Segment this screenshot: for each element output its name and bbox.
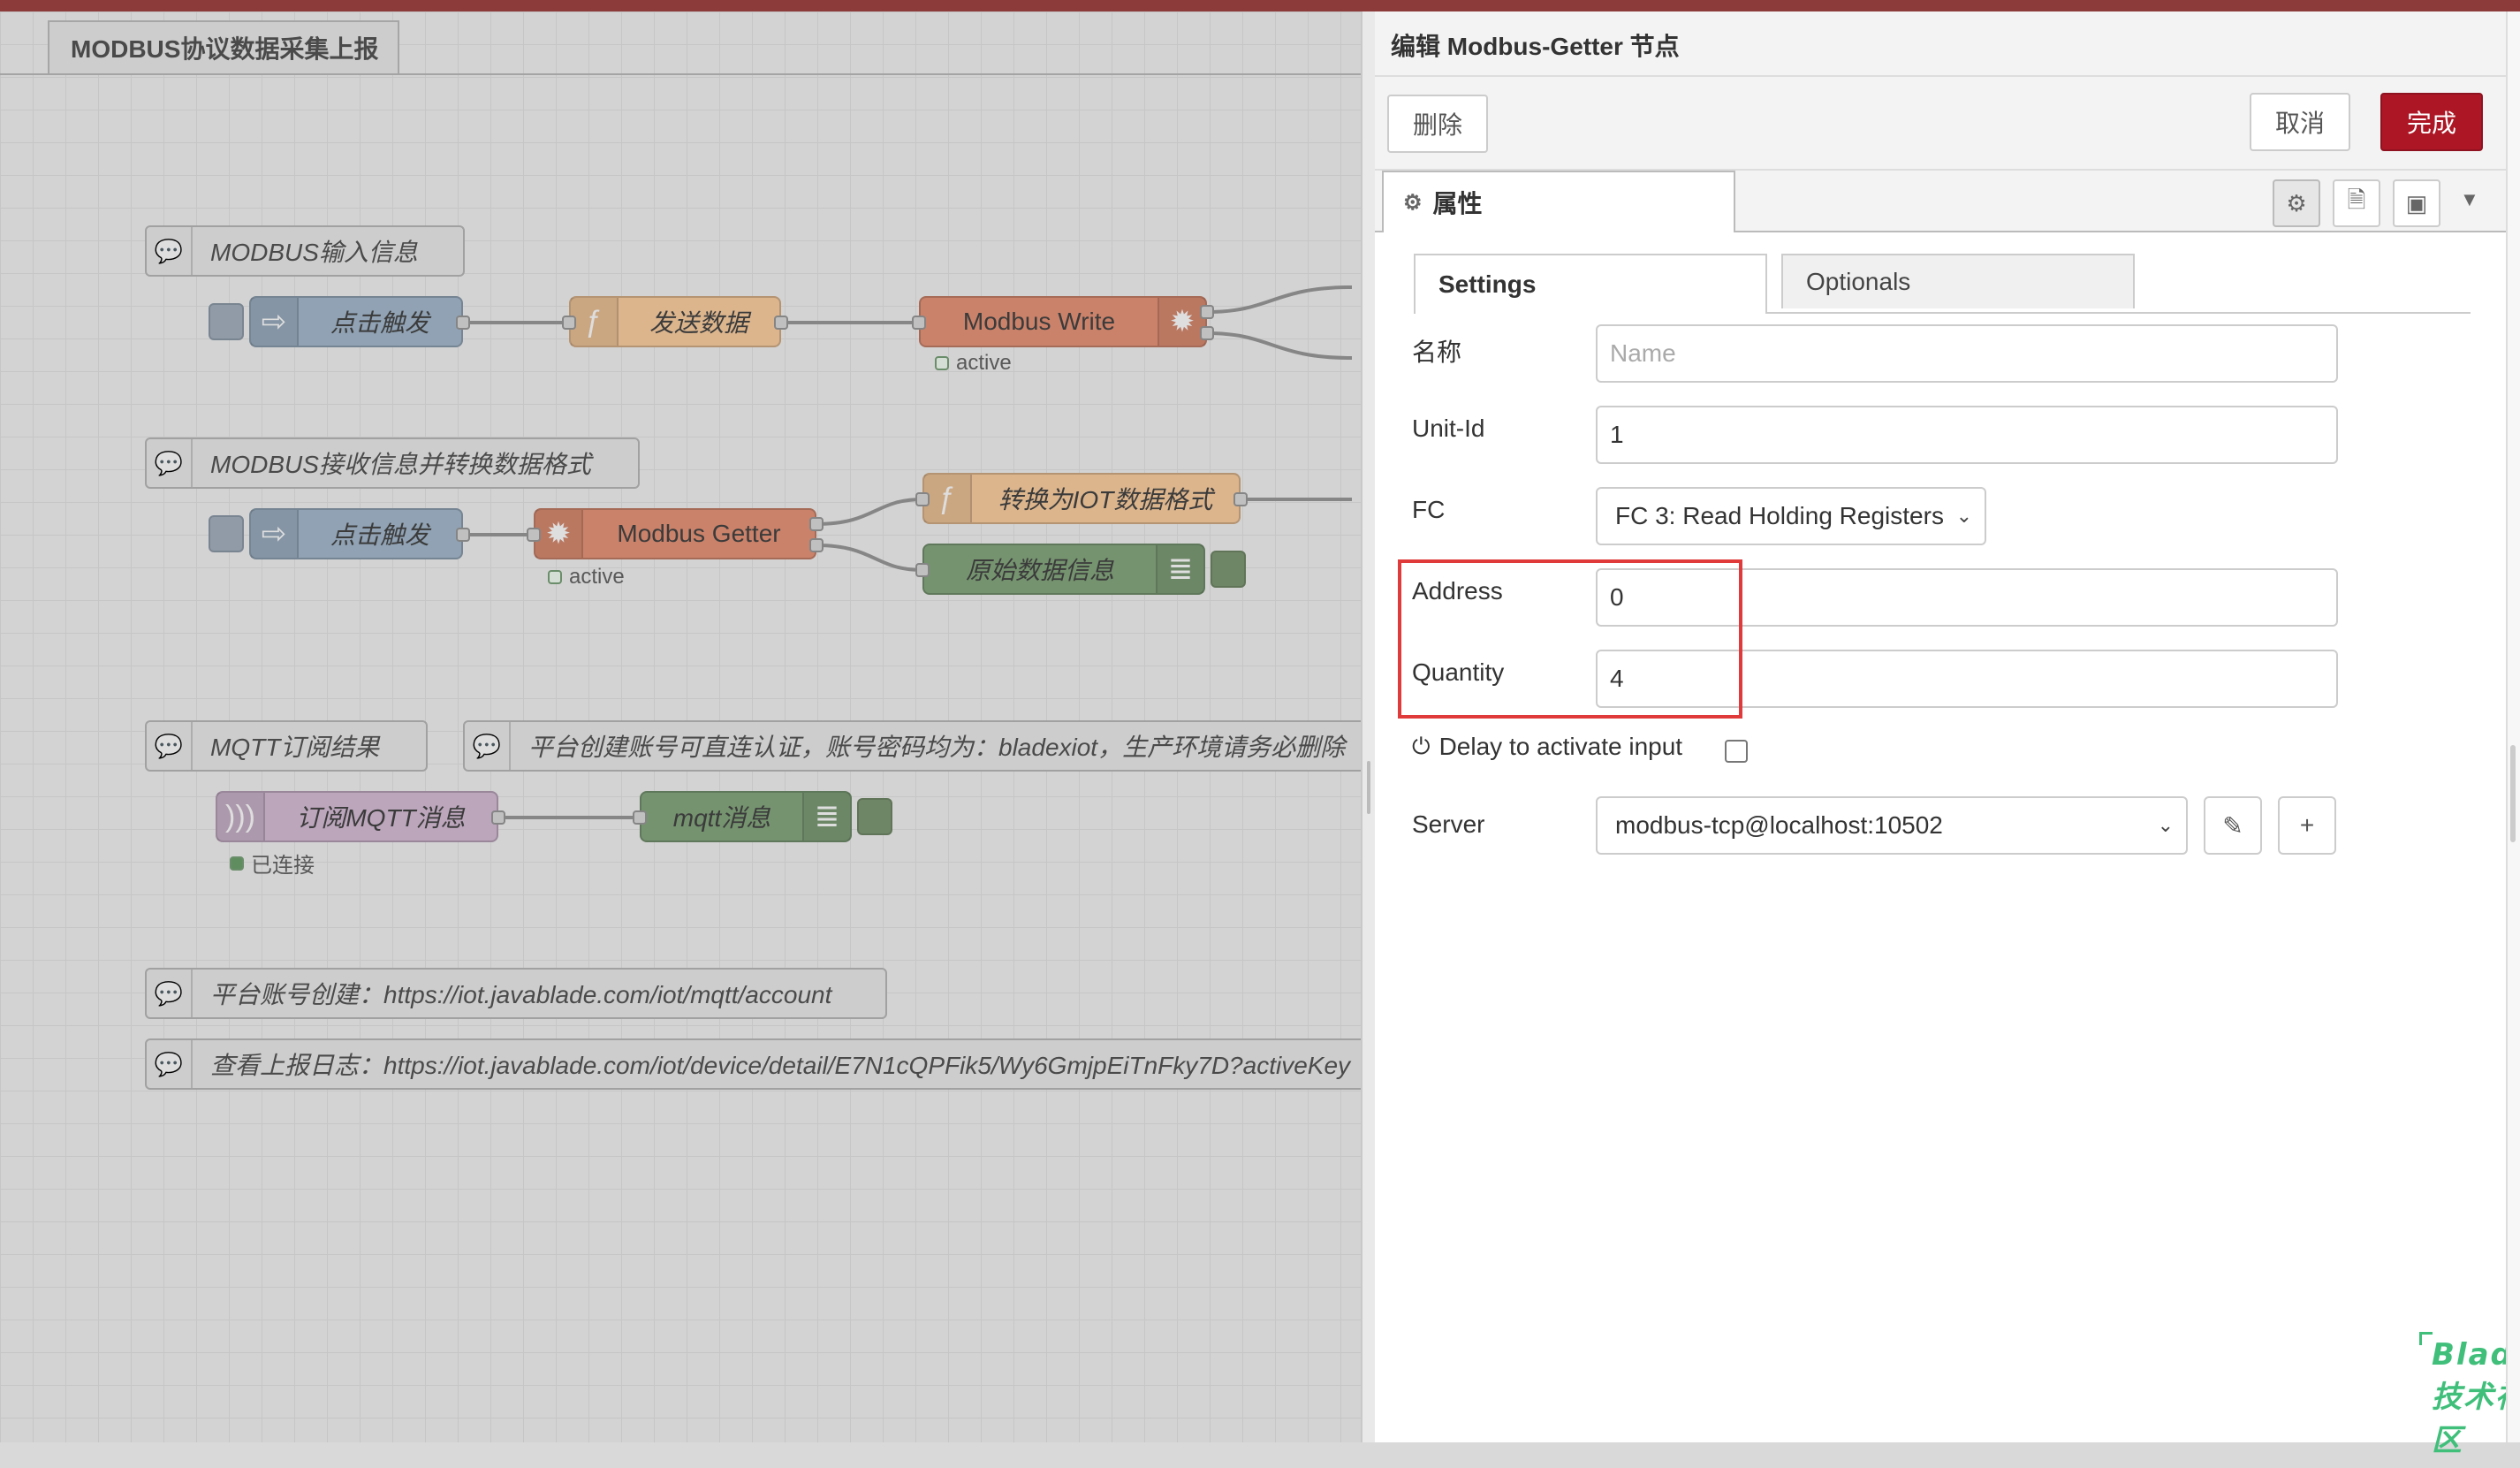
gear-icon: ⚙ bbox=[1403, 190, 1423, 215]
name-label: 名称 bbox=[1412, 338, 1462, 366]
fc-select-value: FC 3: Read Holding Registers bbox=[1615, 502, 1944, 529]
splitter-grip[interactable] bbox=[1367, 761, 1370, 814]
name-input[interactable] bbox=[1596, 324, 2338, 383]
tab-settings[interactable]: Settings bbox=[1414, 254, 1767, 314]
chevron-down-icon: ⌄ bbox=[1955, 505, 1972, 527]
tab-properties[interactable]: ⚙ 属性 bbox=[1382, 171, 1735, 232]
delete-button[interactable]: 删除 bbox=[1387, 95, 1488, 153]
scrollbar-thumb[interactable] bbox=[2510, 745, 2516, 842]
tab-properties-label: 属性 bbox=[1432, 190, 1483, 217]
tray-header: 编辑 Modbus-Getter 节点 bbox=[1375, 11, 2506, 77]
tray-tab-row: ⚙ 属性 ⚙ 🗎 ▣ ▼ bbox=[1375, 171, 2506, 232]
server-select-value: modbus-tcp@localhost:10502 bbox=[1615, 811, 1943, 839]
delay-row: ⏻ Delay to activate input bbox=[1412, 733, 1682, 761]
edit-node-tray: 编辑 Modbus-Getter 节点 删除 取消 完成 ⚙ 属性 ⚙ 🗎 ▣ … bbox=[1375, 11, 2520, 1458]
panel-splitter[interactable] bbox=[1361, 11, 1375, 1442]
highlight-box bbox=[1398, 559, 1742, 719]
chevron-down-icon: ⌄ bbox=[2157, 814, 2174, 836]
server-label: Server bbox=[1412, 810, 1485, 838]
tray-scrollbar[interactable] bbox=[2506, 11, 2520, 1442]
pencil-icon: ✎ bbox=[2222, 811, 2243, 840]
flow-workspace[interactable]: MODBUS协议数据采集上报 💬 MODBUS输入信息 💬 MODBUS接收信息… bbox=[0, 11, 1361, 1442]
cancel-button[interactable]: 取消 bbox=[2250, 93, 2350, 151]
appearance-icon[interactable]: ▣ bbox=[2393, 179, 2440, 227]
server-select[interactable]: modbus-tcp@localhost:10502 ⌄ bbox=[1596, 796, 2188, 855]
fc-select[interactable]: FC 3: Read Holding Registers ⌄ bbox=[1596, 487, 1986, 545]
done-button[interactable]: 完成 bbox=[2380, 93, 2483, 151]
delay-checkbox[interactable] bbox=[1725, 740, 1748, 763]
unit-id-input[interactable] bbox=[1596, 406, 2338, 464]
plus-icon: + bbox=[2299, 811, 2315, 839]
power-icon: ⏻ bbox=[1412, 733, 1431, 759]
workspace-overlay bbox=[0, 11, 1361, 1442]
watermark-bracket bbox=[2419, 1332, 2433, 1345]
tray-title: 编辑 Modbus-Getter 节点 bbox=[1391, 33, 1680, 60]
tab-optionals[interactable]: Optionals bbox=[1781, 254, 2135, 308]
document-icon[interactable]: 🗎 bbox=[2333, 179, 2380, 227]
caret-down-icon[interactable]: ▼ bbox=[2460, 188, 2479, 211]
fc-label: FC bbox=[1412, 496, 1446, 523]
gear-icon[interactable]: ⚙ bbox=[2273, 179, 2320, 227]
add-server-button[interactable]: + bbox=[2278, 796, 2336, 855]
edit-server-button[interactable]: ✎ bbox=[2204, 796, 2262, 855]
delay-label: Delay to activate input bbox=[1438, 733, 1683, 760]
app-top-bar bbox=[0, 0, 2520, 11]
settings-tabs: Settings Optionals bbox=[1414, 245, 2471, 314]
tray-toolbar: 删除 取消 完成 bbox=[1375, 77, 2506, 171]
unit-id-label: Unit-Id bbox=[1412, 415, 1485, 442]
